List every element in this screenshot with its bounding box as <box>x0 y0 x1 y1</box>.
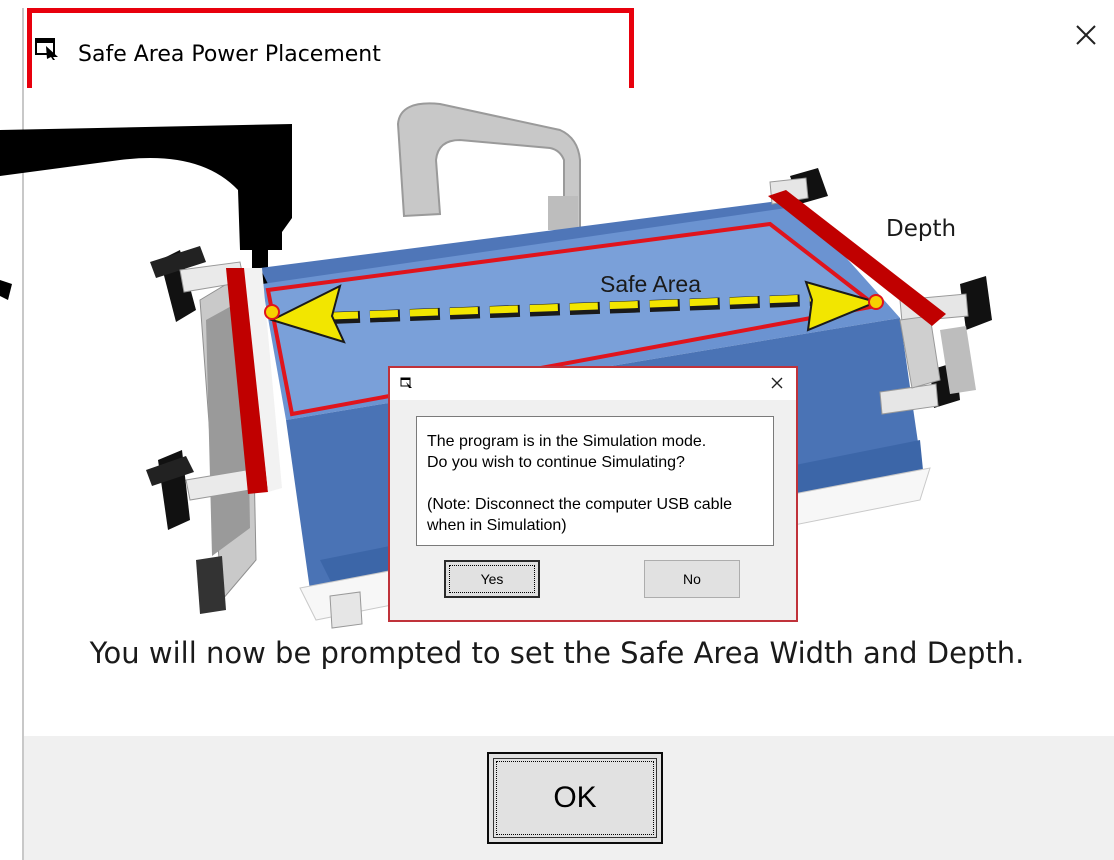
no-button-label: No <box>683 571 701 587</box>
message-line: Do you wish to continue Simulating? <box>427 454 685 471</box>
depth-label: Depth <box>886 216 956 242</box>
simulation-dialog-title-bar <box>390 368 796 400</box>
message-line: The program is in the Simulation mode. <box>427 433 707 450</box>
simulation-dialog-close-button[interactable] <box>766 372 788 394</box>
simulation-mode-dialog: The program is in the Simulation mode. D… <box>388 366 798 622</box>
message-line: (Note: Disconnect the computer USB cable <box>427 496 733 513</box>
yes-button[interactable]: Yes <box>444 560 540 598</box>
safe-area-label: Safe Area <box>600 271 701 297</box>
message-line: when in Simulation) <box>427 517 567 534</box>
safe-area-power-placement-window: Safe Area Power Placement Safe Area Dept… <box>0 0 1114 860</box>
window-app-icon <box>400 377 412 388</box>
instruction-text: You will now be prompted to set the Safe… <box>89 636 1025 670</box>
ok-button[interactable]: OK <box>487 752 663 844</box>
no-button[interactable]: No <box>644 560 740 598</box>
close-icon <box>771 377 783 389</box>
simulation-message: The program is in the Simulation mode. D… <box>416 416 774 546</box>
